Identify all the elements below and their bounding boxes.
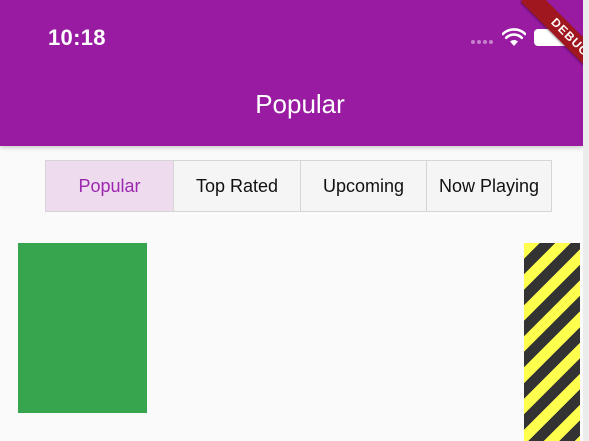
app-bar: 10:18 Popular bbox=[0, 0, 583, 146]
overflow-indicator bbox=[524, 243, 580, 441]
page-title: Popular bbox=[255, 89, 345, 119]
category-tabs: Popular Top Rated Upcoming Now Playing bbox=[45, 160, 552, 212]
app-screen: 10:18 Popular DEBUG Popular Top Rated Up… bbox=[0, 0, 583, 441]
tab-now-playing[interactable]: Now Playing bbox=[427, 161, 551, 211]
tab-top-rated[interactable]: Top Rated bbox=[174, 161, 301, 211]
movie-card[interactable] bbox=[18, 243, 147, 413]
signal-dots-icon bbox=[471, 40, 493, 44]
status-time: 10:18 bbox=[48, 25, 106, 50]
wifi-icon bbox=[502, 28, 526, 46]
battery-icon bbox=[534, 29, 568, 46]
tab-popular[interactable]: Popular bbox=[46, 161, 174, 211]
tab-upcoming[interactable]: Upcoming bbox=[301, 161, 427, 211]
window-edge bbox=[583, 0, 589, 441]
